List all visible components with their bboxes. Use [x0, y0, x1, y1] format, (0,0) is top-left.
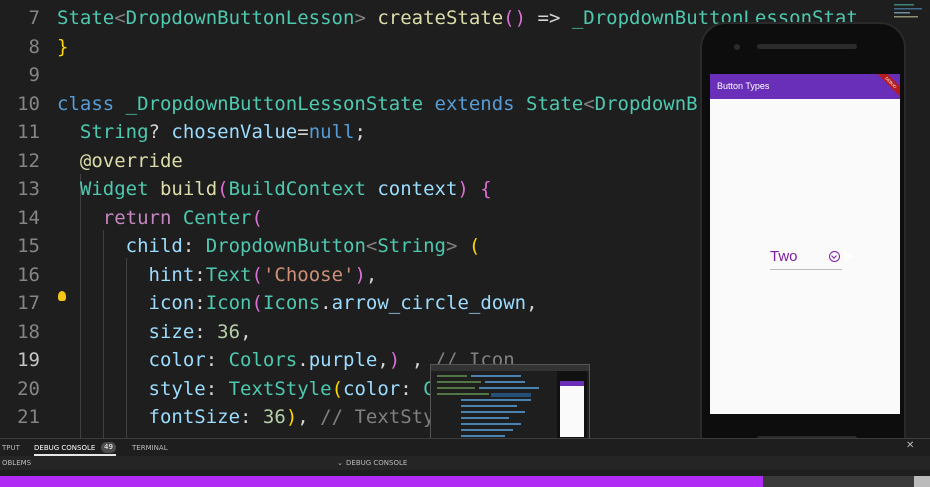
- panel-tab-bar: TPUT DEBUG CONSOLE 49 TERMINAL ✕: [0, 438, 930, 457]
- debug-console-header[interactable]: DEBUG CONSOLE: [346, 459, 407, 467]
- dropdown-selected-value: Two: [770, 248, 798, 265]
- lightbulb-icon[interactable]: [58, 291, 66, 301]
- code-text: @override: [57, 149, 183, 172]
- code-text: String? chosenValue=null;: [57, 121, 366, 143]
- progress-fill: [0, 476, 763, 487]
- code-text: size: 36,: [57, 320, 252, 343]
- dropdown-underline: [770, 269, 842, 270]
- video-progress-bar[interactable]: [0, 476, 930, 487]
- camera-icon: [734, 44, 740, 50]
- phone-screen[interactable]: Button Types DEBUG Two: [710, 74, 900, 414]
- mouse-cursor-icon: [838, 247, 854, 262]
- phone-speaker: [757, 44, 857, 49]
- line-number: 16: [17, 263, 40, 286]
- code-text: child: DropdownButton<String> (: [57, 235, 481, 257]
- code-text: fontSize: 36), // TextSty: [57, 406, 435, 428]
- code-text: return Center(: [57, 206, 263, 229]
- line-number: 13: [17, 178, 40, 200]
- line-number: 7: [28, 7, 40, 29]
- line-number: 20: [17, 377, 40, 400]
- line-number: 12: [17, 149, 40, 172]
- debug-banner: DEBUG: [870, 74, 900, 103]
- chevron-down-icon[interactable]: ⌄: [337, 459, 343, 467]
- phone-emulator: Button Types DEBUG Two: [700, 22, 906, 460]
- line-number: 17: [17, 292, 40, 314]
- code-text: }: [57, 35, 69, 58]
- tab-output[interactable]: TPUT: [2, 444, 20, 452]
- line-number: 15: [17, 235, 40, 257]
- tab-terminal[interactable]: TERMINAL: [132, 444, 168, 452]
- debug-count-badge: 49: [101, 442, 116, 453]
- line-number: 18: [17, 320, 40, 343]
- code-text: style: TextStyle(color: C: [57, 377, 435, 400]
- code-text: hint:Text('Choose'),: [57, 263, 378, 286]
- line-number: 11: [17, 121, 40, 143]
- code-text: Widget build(BuildContext context) {: [57, 178, 492, 200]
- line-number: 9: [28, 64, 40, 86]
- close-icon[interactable]: ✕: [906, 440, 914, 451]
- code-text: icon:Icon(Icons.arrow_circle_down,: [57, 292, 538, 314]
- tab-debug-console[interactable]: DEBUG CONSOLE: [34, 444, 95, 452]
- app-bar-title: Button Types: [717, 81, 770, 91]
- line-number: 21: [17, 406, 40, 428]
- line-number: 14: [17, 206, 40, 229]
- panel-headers: OBLEMS ⌄ DEBUG CONSOLE: [0, 456, 930, 476]
- dropdown-button[interactable]: Two: [770, 248, 842, 270]
- line-number: 8: [28, 35, 40, 58]
- code-text: class _DropdownButtonLessonState extends…: [57, 92, 698, 115]
- progress-end-marker: [914, 476, 930, 487]
- line-number: 19: [17, 349, 40, 371]
- problems-header[interactable]: OBLEMS: [2, 459, 31, 467]
- line-number: 10: [17, 92, 40, 115]
- app-bar: Button Types DEBUG: [710, 74, 900, 103]
